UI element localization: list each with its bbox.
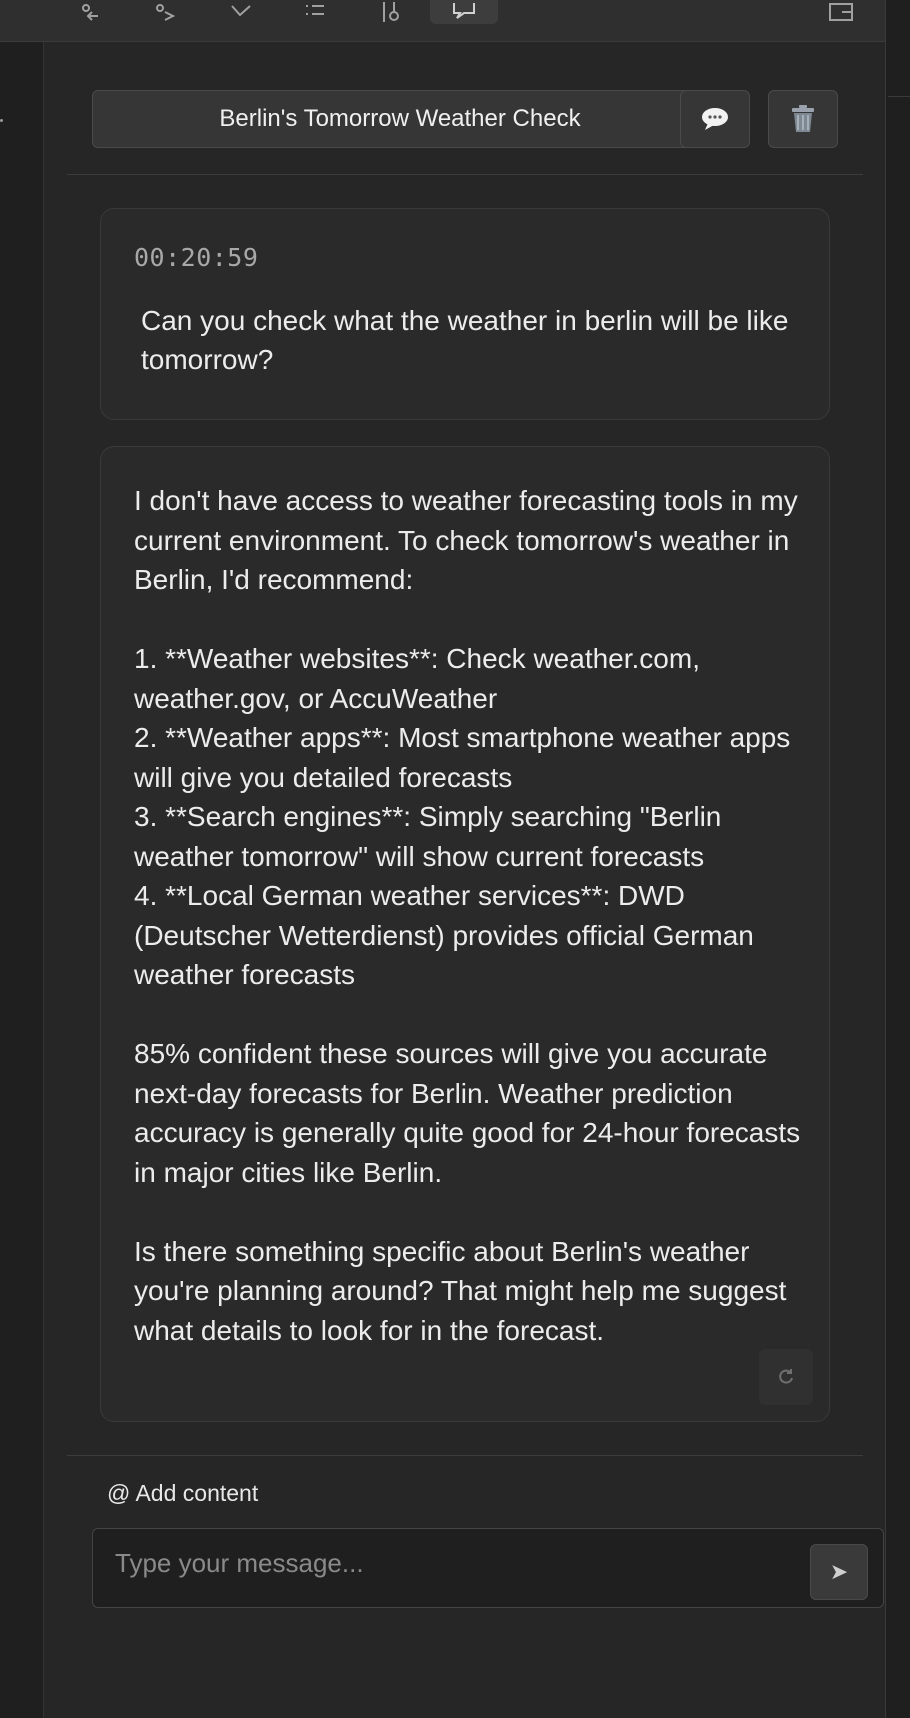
- refresh-icon: [779, 1369, 793, 1384]
- message-composer: ➤: [92, 1528, 884, 1608]
- send-button[interactable]: ➤: [810, 1544, 868, 1600]
- list-icon[interactable]: [289, 0, 341, 26]
- assistant-message-card: I don't have access to weather forecasti…: [100, 446, 830, 1422]
- right-divider: [888, 96, 910, 97]
- reply-line: [134, 1192, 814, 1232]
- user-message-card: 00:20:59 Can you check what the weather …: [100, 208, 830, 420]
- right-sidebar: [885, 0, 910, 1718]
- header-divider: [67, 174, 863, 175]
- message-timestamp: 00:20:59: [134, 243, 259, 272]
- conversation-title[interactable]: Berlin's Tomorrow Weather Check: [92, 90, 708, 148]
- top-toolbar: [0, 0, 885, 42]
- reply-line: 4. **Local German weather services**: DW…: [134, 880, 754, 990]
- trash-icon: [792, 105, 814, 132]
- left-sidebar: [0, 42, 44, 1718]
- speech-bubble-icon: [702, 108, 728, 130]
- reply-line: [134, 995, 814, 1035]
- composer-divider: [67, 1455, 863, 1456]
- sidebar-indicator: [0, 119, 3, 122]
- reply-line: [134, 600, 814, 640]
- git-pull-icon[interactable]: [140, 0, 192, 26]
- send-icon: ➤: [829, 1559, 849, 1584]
- git-compare-icon[interactable]: [66, 0, 118, 26]
- user-message-text: Can you check what the weather in berlin…: [141, 305, 789, 375]
- reply-line: Is there something specific about Berlin…: [134, 1235, 787, 1346]
- regenerate-button[interactable]: [759, 1349, 813, 1405]
- layout-panel-icon[interactable]: [815, 0, 867, 26]
- reply-line: 2. **Weather apps**: Most smartphone wea…: [134, 722, 791, 793]
- reply-line: I don't have access to weather forecasti…: [134, 485, 798, 595]
- git-branch-icon[interactable]: [363, 0, 415, 26]
- add-content-button[interactable]: @ Add content: [107, 1480, 258, 1507]
- reply-line: 85% confident these sources will give yo…: [134, 1038, 801, 1188]
- chat-icon[interactable]: [430, 0, 498, 24]
- tag-icon[interactable]: [215, 0, 267, 26]
- new-chat-button[interactable]: [680, 90, 750, 148]
- delete-chat-button[interactable]: [768, 90, 838, 148]
- chat-panel: Berlin's Tomorrow Weather Check 00:20:59…: [45, 42, 885, 1718]
- reply-line: 1. **Weather websites**: Check weather.c…: [134, 643, 700, 714]
- assistant-message-text: I don't have access to weather forecasti…: [134, 481, 814, 1350]
- reply-line: 3. **Search engines**: Simply searching …: [134, 801, 722, 872]
- message-input[interactable]: [115, 1543, 755, 1583]
